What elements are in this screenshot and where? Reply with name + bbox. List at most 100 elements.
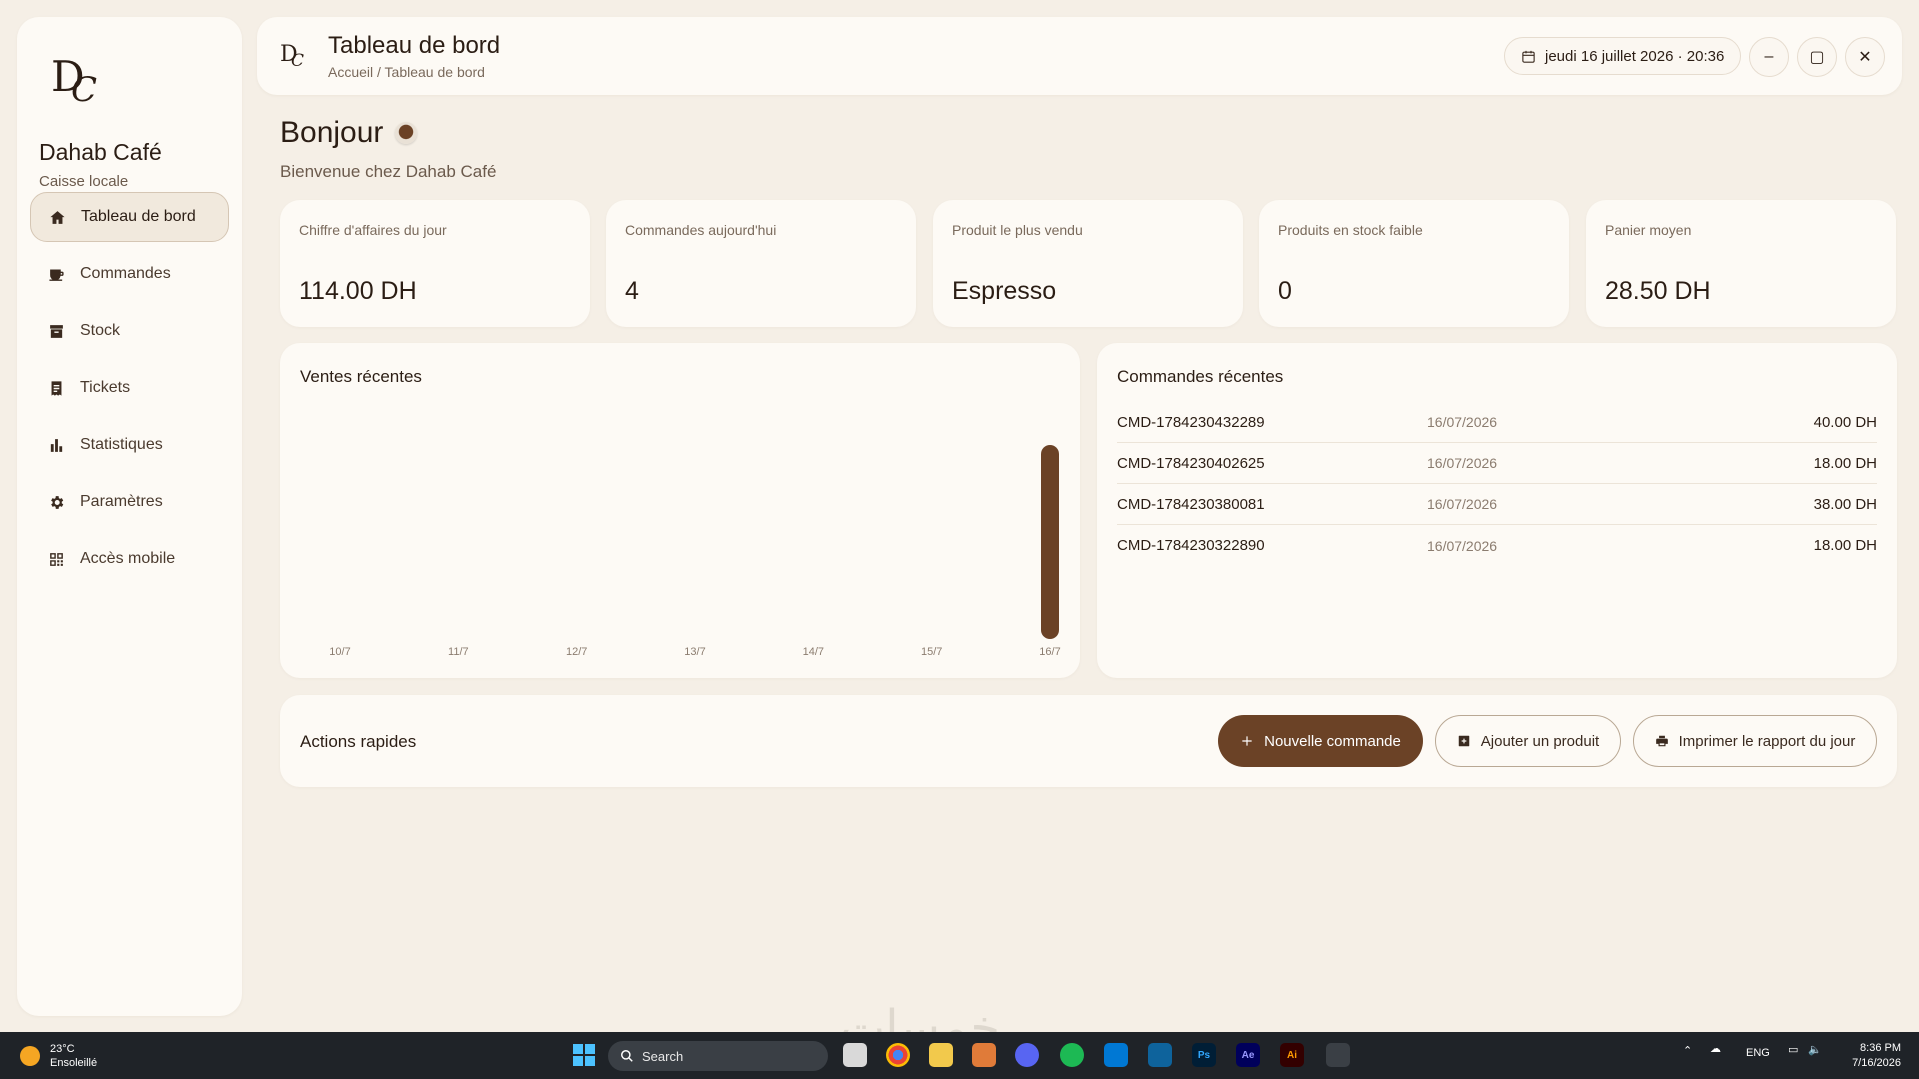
order-row[interactable]: CMD-1784230380081 16/07/2026 38.00 DH (1117, 484, 1877, 525)
maximize-button[interactable]: ▢ (1797, 37, 1837, 77)
stat-value: 28.50 DH (1605, 277, 1711, 305)
chart-x-tick-label: 15/7 (921, 646, 942, 658)
datetime-text: jeudi 16 juillet 2026 · 20:36 (1545, 47, 1725, 65)
taskbar-search[interactable]: Search (608, 1041, 828, 1071)
greeting-text: Bonjour (280, 116, 384, 149)
minimize-icon: – (1764, 48, 1774, 65)
sidebar-item-mobile-access[interactable]: Accès mobile (30, 534, 229, 584)
gear-icon (46, 492, 66, 512)
task-view-icon[interactable] (843, 1043, 867, 1067)
archive-box-icon (46, 321, 66, 341)
quick-actions-panel: Actions rapides Nouvelle commande Ajoute… (280, 695, 1897, 787)
chart-x-tick-label: 10/7 (329, 646, 350, 658)
order-amount: 18.00 DH (1813, 454, 1877, 472)
top-header: D C Tableau de bord Accueil / Tableau de… (257, 17, 1902, 95)
network-icon[interactable]: ▭ (1788, 1043, 1798, 1056)
order-date: 16/07/2026 (1427, 496, 1498, 512)
maximize-icon: ▢ (1809, 49, 1825, 66)
order-id: CMD-1784230380081 (1117, 495, 1265, 513)
calendar-icon (1522, 50, 1535, 63)
stat-value: Espresso (952, 277, 1057, 305)
search-placeholder: Search (642, 1048, 684, 1064)
order-row[interactable]: CMD-1784230432289 16/07/2026 40.00 DH (1117, 402, 1877, 443)
sidebar-item-tickets[interactable]: Tickets (30, 363, 229, 413)
temperature: 23°C (50, 1043, 75, 1055)
stat-value: 114.00 DH (299, 277, 417, 305)
page-title: Tableau de bord (328, 32, 501, 59)
greeting-title: Bonjour (280, 116, 418, 150)
clock-time: 8:36 PM (1860, 1042, 1901, 1054)
home-icon (47, 207, 67, 227)
sidebar-item-stock[interactable]: Stock (30, 306, 229, 356)
sidebar-item-dashboard[interactable]: Tableau de bord (30, 192, 229, 242)
stat-label: Produits en stock faible (1278, 222, 1423, 238)
print-report-button[interactable]: Imprimer le rapport du jour (1633, 715, 1877, 767)
stat-label: Chiffre d'affaires du jour (299, 222, 447, 238)
order-id: CMD-1784230322890 (1117, 537, 1265, 554)
search-icon (621, 1050, 633, 1062)
vscode-icon[interactable] (1148, 1043, 1172, 1067)
taskbar-clock[interactable]: 8:36 PM 7/16/2026 (1852, 1041, 1901, 1071)
discord-icon[interactable] (1015, 1043, 1039, 1067)
stat-label: Commandes aujourd'hui (625, 222, 777, 238)
sidebar-item-orders[interactable]: Commandes (30, 249, 229, 299)
stat-card-avg-basket: Panier moyen 28.50 DH (1586, 200, 1896, 327)
order-amount: 38.00 DH (1813, 495, 1877, 513)
minimize-button[interactable]: – (1749, 37, 1789, 77)
order-id: CMD-1784230432289 (1117, 413, 1265, 431)
qr-code-icon (46, 549, 66, 569)
cloud-sync-icon[interactable]: ☁ (1710, 1042, 1721, 1055)
weather-text: 23°C Ensoleillé (50, 1042, 97, 1070)
chart-x-tick-label: 16/7 (1039, 646, 1060, 658)
language-indicator[interactable]: ENG (1746, 1047, 1770, 1059)
sidebar-item-settings[interactable]: Paramètres (30, 477, 229, 527)
chart-x-tick-label: 14/7 (803, 646, 824, 658)
volume-icon[interactable]: 🔈 (1808, 1043, 1822, 1056)
weather-widget[interactable]: 23°C Ensoleillé (20, 1042, 97, 1070)
quick-actions-title: Actions rapides (300, 732, 417, 751)
order-row[interactable]: CMD-1784230322890 16/07/2026 18.00 DH (1117, 525, 1877, 566)
outlook-icon[interactable] (1104, 1043, 1128, 1067)
new-order-button[interactable]: Nouvelle commande (1218, 715, 1423, 767)
windows-start-icon[interactable] (572, 1043, 596, 1067)
chart-x-tick-label: 12/7 (566, 646, 587, 658)
stat-card-low-stock: Produits en stock faible 0 (1259, 200, 1569, 327)
close-button[interactable]: ✕ (1845, 37, 1885, 77)
sidebar-item-label: Paramètres (80, 493, 163, 510)
datetime-display: jeudi 16 juillet 2026 · 20:36 (1504, 37, 1741, 75)
new-order-label: Nouvelle commande (1264, 732, 1401, 750)
stat-value: 4 (625, 277, 639, 305)
windows-taskbar: 23°C Ensoleillé Search Ps Ae Ai ⌃ ☁ ENG … (0, 1032, 1919, 1079)
chevron-up-icon[interactable]: ⌃ (1683, 1044, 1692, 1057)
sun-icon (20, 1046, 40, 1066)
order-date: 16/07/2026 (1427, 455, 1498, 471)
panel-title: Commandes récentes (1117, 367, 1284, 386)
sidebar-item-label: Accès mobile (80, 550, 176, 567)
plus-icon (1242, 736, 1252, 746)
sidebar-item-statistics[interactable]: Statistiques (30, 420, 229, 470)
copilot-icon[interactable] (972, 1043, 996, 1067)
brand-name: Dahab Café (39, 139, 162, 165)
spotify-icon[interactable] (1060, 1043, 1084, 1067)
order-row[interactable]: CMD-1784230402625 16/07/2026 18.00 DH (1117, 443, 1877, 484)
order-date: 16/07/2026 (1427, 537, 1498, 554)
sidebar-item-label: Statistiques (80, 436, 163, 453)
sidebar-item-label: Commandes (80, 265, 171, 282)
order-amount: 40.00 DH (1813, 413, 1877, 431)
chart-x-tick-label: 11/7 (448, 646, 469, 658)
after-effects-icon[interactable]: Ae (1236, 1043, 1260, 1067)
print-report-label: Imprimer le rapport du jour (1678, 732, 1856, 750)
add-box-icon (1458, 735, 1470, 747)
add-product-button[interactable]: Ajouter un produit (1435, 715, 1621, 767)
photoshop-icon[interactable]: Ps (1192, 1043, 1216, 1067)
chrome-icon[interactable] (886, 1043, 910, 1067)
chart-bar[interactable] (1041, 445, 1059, 639)
svg-text:C: C (291, 51, 304, 71)
receipt-icon (46, 378, 66, 398)
clock-date: 7/16/2026 (1852, 1057, 1901, 1069)
illustrator-icon[interactable]: Ai (1280, 1043, 1304, 1067)
order-date: 16/07/2026 (1427, 414, 1498, 430)
file-explorer-icon[interactable] (929, 1043, 953, 1067)
stat-label: Panier moyen (1605, 222, 1692, 238)
active-app-icon[interactable] (1326, 1043, 1350, 1067)
